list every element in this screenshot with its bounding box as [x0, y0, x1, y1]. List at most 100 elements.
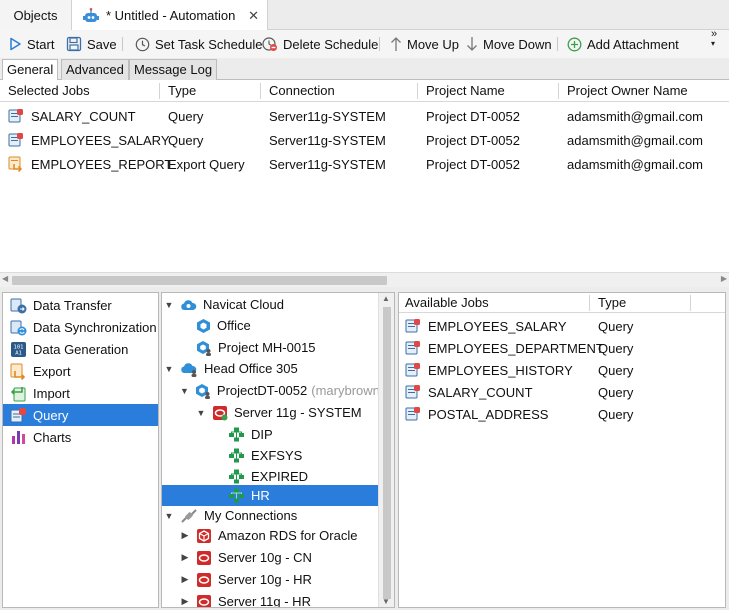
- chevron-right-icon[interactable]: ▶: [180, 530, 190, 541]
- delete-schedule-button[interactable]: Delete Schedule: [262, 34, 378, 54]
- table-row[interactable]: EMPLOYEES_REPORT Export Query Server11g-…: [0, 153, 729, 177]
- tab-automation[interactable]: * Untitled - Automation ✕: [72, 0, 268, 31]
- cloud-icon: [181, 300, 197, 310]
- selected-jobs-table: Selected Jobs Type Connection Project Na…: [0, 80, 729, 272]
- column-divider[interactable]: [589, 295, 590, 311]
- project-icon: [197, 318, 210, 333]
- tab-objects[interactable]: Objects: [0, 0, 72, 30]
- tree-node-label: Amazon RDS for Oracle: [218, 528, 358, 543]
- tree-node-server-11g-hr[interactable]: ▶ Server 11g - HR: [162, 591, 379, 607]
- tree-node-expired[interactable]: EXPIRED: [162, 466, 379, 487]
- column-header[interactable]: Project Name: [426, 83, 505, 98]
- tree-node-label: Navicat Cloud: [203, 297, 284, 312]
- close-icon[interactable]: ✕: [248, 8, 259, 24]
- chevron-right-icon[interactable]: ▶: [180, 552, 190, 563]
- column-divider[interactable]: [417, 83, 418, 99]
- delete-schedule-label: Delete Schedule: [283, 36, 379, 52]
- tree-node-head-office-305[interactable]: ▼ Head Office 305: [162, 358, 379, 379]
- tree-node-dip[interactable]: DIP: [162, 424, 379, 445]
- scroll-right-icon[interactable]: ▶: [721, 274, 727, 283]
- query-icon: [405, 385, 420, 399]
- category-data-transfer[interactable]: Data Transfer: [3, 294, 158, 316]
- add-attachment-button[interactable]: Add Attachment: [567, 34, 679, 54]
- table-header: Selected Jobs Type Connection Project Na…: [0, 80, 729, 102]
- category-charts[interactable]: Charts: [3, 426, 158, 448]
- tree-node-projectdt-0052[interactable]: ▼ ProjectDT-0052 (marybrown): [162, 380, 384, 401]
- category-data-synchronization[interactable]: Data Synchronization: [3, 316, 158, 338]
- move-up-button[interactable]: Move Up: [390, 34, 459, 54]
- scrollbar-thumb[interactable]: [12, 276, 387, 285]
- column-header[interactable]: Project Owner Name: [567, 83, 688, 98]
- column-header[interactable]: Available Jobs: [405, 295, 489, 310]
- table-row[interactable]: SALARY_COUNT Query Server11g-SYSTEM Proj…: [0, 105, 729, 129]
- toolbar: Start Save Set Task Schedule Delete Sche…: [0, 30, 729, 58]
- tree-node-hr[interactable]: HR: [162, 485, 379, 506]
- query-icon: [10, 407, 26, 422]
- category-data-generation[interactable]: 101 A1 Data Generation: [3, 338, 158, 360]
- tree-node-owner: (marybrown): [311, 383, 385, 398]
- column-divider[interactable]: [690, 295, 691, 311]
- tab-general[interactable]: General: [2, 59, 59, 81]
- chevron-down-icon[interactable]: ▼: [164, 300, 174, 310]
- tree-node-exfsys[interactable]: EXFSYS: [162, 445, 379, 466]
- category-label: Import: [33, 385, 70, 401]
- tree-node-label: Server 11g - SYSTEM: [234, 405, 362, 420]
- tree-node-server-10g-hr[interactable]: ▶ Server 10g - HR: [162, 569, 379, 590]
- list-item[interactable]: EMPLOYEES_HISTORY Query: [399, 359, 725, 381]
- category-label: Export: [33, 363, 71, 379]
- chevron-right-icon[interactable]: ▶: [180, 596, 190, 607]
- chevron-down-icon[interactable]: ▼: [180, 386, 189, 396]
- job-cell: EMPLOYEES_SALARY: [8, 132, 170, 148]
- table-row[interactable]: EMPLOYEES_SALARY Query Server11g-SYSTEM …: [0, 129, 729, 153]
- tree-node-project-mh-0015[interactable]: Project MH-0015: [162, 337, 379, 358]
- list-item[interactable]: EMPLOYEES_SALARY Query: [399, 315, 725, 337]
- column-divider[interactable]: [260, 83, 261, 99]
- chevron-down-icon[interactable]: ▼: [164, 511, 174, 521]
- column-divider[interactable]: [558, 83, 559, 99]
- oracle-server-icon: [197, 572, 211, 587]
- scroll-left-icon[interactable]: ◀: [2, 274, 8, 283]
- settings-tab-bar: General Advanced Message Log: [0, 58, 729, 81]
- tree-node-office[interactable]: Office: [162, 315, 379, 336]
- tab-advanced[interactable]: Advanced: [61, 59, 129, 80]
- tree-node-amazon-rds[interactable]: ▶ Amazon RDS for Oracle: [162, 525, 379, 546]
- scroll-up-icon[interactable]: ▲: [382, 294, 390, 303]
- tab-message-log[interactable]: Message Log: [129, 59, 218, 80]
- save-button[interactable]: Save: [66, 34, 117, 54]
- column-header[interactable]: Type: [168, 83, 196, 98]
- tree-node-server-10g-cn[interactable]: ▶ Server 10g - CN: [162, 547, 379, 568]
- set-task-schedule-button[interactable]: Set Task Schedule: [135, 34, 262, 54]
- tree-node-server-11g-system[interactable]: ▼ Server 11g - SYSTEM: [162, 402, 379, 423]
- chevron-down-icon[interactable]: ▼: [164, 364, 174, 374]
- list-item[interactable]: EMPLOYEES_DEPARTMENT Query: [399, 337, 725, 359]
- column-header[interactable]: Selected Jobs: [8, 83, 90, 98]
- horizontal-scrollbar[interactable]: ◀ ▶: [0, 272, 729, 287]
- job-type: Export Query: [168, 157, 245, 172]
- tree-node-my-connections[interactable]: ▼ My Connections: [162, 505, 379, 526]
- job-name: EMPLOYEES_DEPARTMENT: [428, 340, 604, 356]
- table-header: Available Jobs Type: [399, 293, 725, 313]
- list-item[interactable]: SALARY_COUNT Query: [399, 381, 725, 403]
- job-connection: Server11g-SYSTEM: [269, 157, 386, 172]
- job-name: SALARY_COUNT: [31, 108, 136, 124]
- toolbar-overflow-icon[interactable]: » ▾: [711, 29, 717, 49]
- category-import[interactable]: Import: [3, 382, 158, 404]
- column-divider[interactable]: [159, 83, 160, 99]
- chevron-right-icon[interactable]: ▶: [180, 574, 190, 585]
- category-query[interactable]: Query: [3, 404, 158, 426]
- scroll-down-icon[interactable]: ▼: [382, 597, 390, 606]
- category-label: Charts: [33, 429, 72, 445]
- move-down-button[interactable]: Move Down: [466, 34, 552, 54]
- vertical-scrollbar[interactable]: ▲ ▼: [378, 293, 394, 607]
- scrollbar-thumb[interactable]: [383, 307, 391, 599]
- column-header[interactable]: Connection: [269, 83, 335, 98]
- column-header[interactable]: Type: [598, 295, 626, 310]
- chevron-down-icon[interactable]: ▼: [196, 408, 206, 418]
- tree-node-navicat-cloud[interactable]: ▼ Navicat Cloud: [162, 294, 379, 315]
- category-label: Data Synchronization: [33, 319, 157, 335]
- query-icon: [405, 407, 420, 421]
- category-export[interactable]: Export: [3, 360, 158, 382]
- list-item[interactable]: POSTAL_ADDRESS Query: [399, 403, 725, 425]
- job-type: Query: [598, 385, 634, 400]
- start-button[interactable]: Start: [8, 34, 54, 54]
